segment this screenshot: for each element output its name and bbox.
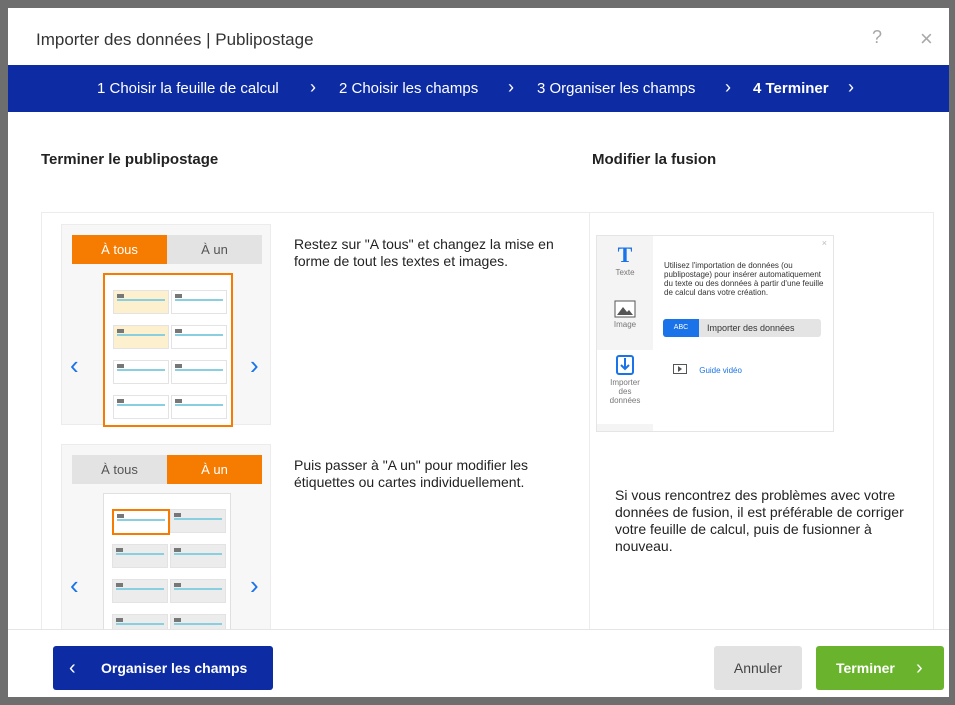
label-card xyxy=(112,579,168,603)
text-icon: T xyxy=(617,242,633,267)
description-one: Puis passer à "A un" pour modifier les é… xyxy=(294,457,529,490)
chevron-right-icon: › xyxy=(310,77,316,97)
chevron-right-icon: › xyxy=(725,77,731,97)
preview-import-button: ABC Importer des données xyxy=(663,319,821,337)
preview-text-item: T Texte xyxy=(597,242,653,277)
tab-one[interactable]: À un xyxy=(167,235,262,264)
preview-image-item: Image xyxy=(597,300,653,329)
label-card xyxy=(170,579,226,603)
chevron-right-icon: › xyxy=(916,657,923,679)
preview-close-icon: × xyxy=(821,238,827,248)
label-card xyxy=(170,544,226,568)
chevron-left-icon: ‹ xyxy=(69,657,76,679)
help-icon[interactable]: ? xyxy=(872,27,882,48)
abc-badge: ABC xyxy=(663,319,699,337)
tab-one[interactable]: À un xyxy=(167,455,262,484)
finish-button-label: Terminer xyxy=(836,660,895,676)
description-all: Restez sur "A tous" et changez la mise e… xyxy=(294,236,554,269)
instructions-panel: À tous À un ‹ › Restez sur "A tous" et c… xyxy=(41,212,590,641)
close-icon[interactable]: × xyxy=(920,26,933,52)
preview-video-link: Guide vidéo xyxy=(673,363,742,375)
step-organize-fields[interactable]: 3 Organiser les champs xyxy=(537,80,695,97)
label-card xyxy=(170,509,226,533)
label-card xyxy=(113,290,169,314)
title-bar: Importer des données | Publipostage ? × xyxy=(8,8,949,65)
import-panel-preview: T Texte Image Importer des données × Uti… xyxy=(596,235,834,432)
image-icon xyxy=(614,300,636,318)
preview-import-label: Importer des données xyxy=(707,323,795,333)
finish-button[interactable]: Terminer › xyxy=(816,646,944,690)
label-card xyxy=(171,360,227,384)
tab-switch: À tous À un xyxy=(72,455,262,484)
prev-arrow-icon[interactable]: ‹ xyxy=(70,570,79,601)
right-heading: Modifier la fusion xyxy=(592,151,717,168)
preview-import-item: Importer des données xyxy=(597,350,653,424)
label-card xyxy=(113,395,169,419)
sheet-preview xyxy=(103,493,231,641)
next-arrow-icon[interactable]: › xyxy=(250,570,259,601)
next-arrow-icon[interactable]: › xyxy=(250,350,259,381)
label-card xyxy=(171,290,227,314)
preview-import-label: Importer des données xyxy=(609,378,641,405)
preview-description: Utilisez l'importation de données (ou pu… xyxy=(664,261,824,297)
label-card xyxy=(113,360,169,384)
chevron-right-icon: › xyxy=(848,77,854,97)
tab-all[interactable]: À tous xyxy=(72,455,167,484)
wizard-steps: 1 Choisir la feuille de calcul › 2 Chois… xyxy=(8,65,949,112)
chevron-right-icon: › xyxy=(508,77,514,97)
back-button[interactable]: ‹ Organiser les champs xyxy=(53,646,273,690)
video-guide-label: Guide vidéo xyxy=(699,366,742,375)
thumbnail-one: À tous À un ‹ › xyxy=(61,444,271,641)
left-heading: Terminer le publipostage xyxy=(41,151,219,168)
merge-advice: Si vous rencontrez des problèmes avec vo… xyxy=(615,487,904,554)
thumbnail-all: À tous À un ‹ › xyxy=(61,224,271,427)
label-card-selected xyxy=(112,509,170,535)
merge-panel: T Texte Image Importer des données × Uti… xyxy=(589,212,934,639)
import-icon xyxy=(616,355,634,375)
sheet-preview xyxy=(103,273,233,427)
tab-switch: À tous À un xyxy=(72,235,262,264)
dialog-title: Importer des données | Publipostage xyxy=(36,30,314,49)
preview-image-label: Image xyxy=(613,320,637,329)
import-data-dialog: Importer des données | Publipostage ? × … xyxy=(8,8,949,697)
preview-sidebar: T Texte Image Importer des données xyxy=(597,236,653,431)
preview-text-label: Texte xyxy=(615,268,635,277)
back-button-label: Organiser les champs xyxy=(101,660,248,676)
step-finish[interactable]: 4 Terminer xyxy=(753,80,829,97)
label-card xyxy=(112,544,168,568)
play-icon xyxy=(673,364,687,374)
footer: ‹ Organiser les champs Annuler Terminer … xyxy=(8,629,949,697)
step-choose-sheet[interactable]: 1 Choisir la feuille de calcul xyxy=(97,80,279,97)
label-card xyxy=(171,395,227,419)
cancel-button[interactable]: Annuler xyxy=(714,646,802,690)
prev-arrow-icon[interactable]: ‹ xyxy=(70,350,79,381)
label-card xyxy=(171,325,227,349)
label-card xyxy=(113,325,169,349)
tab-all[interactable]: À tous xyxy=(72,235,167,264)
step-choose-fields[interactable]: 2 Choisir les champs xyxy=(339,80,478,97)
